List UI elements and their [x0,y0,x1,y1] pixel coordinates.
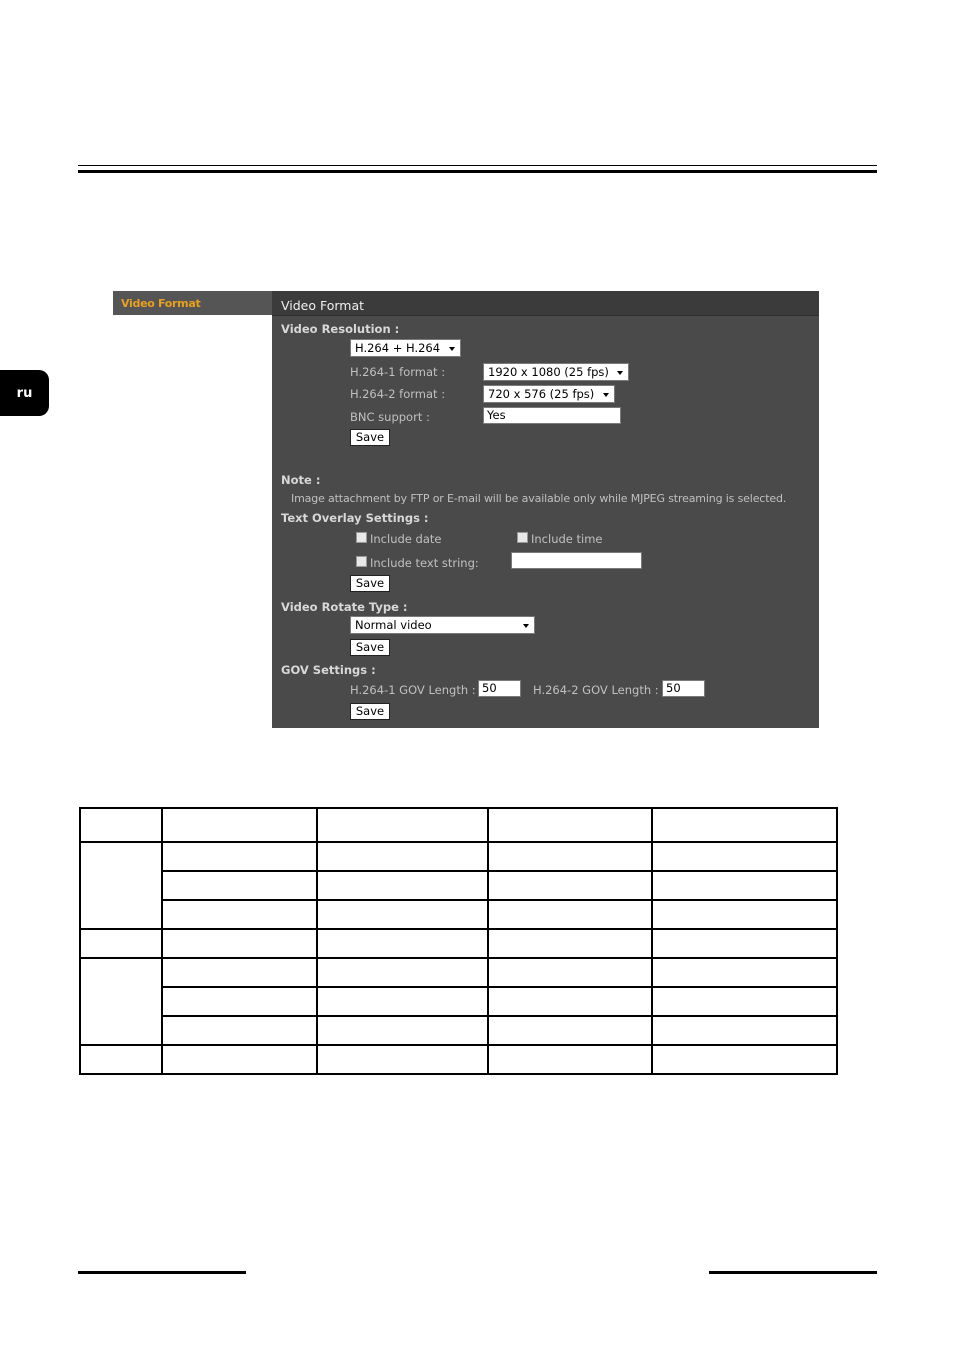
h264-2-gov-input[interactable]: 50 [662,680,705,697]
include-date-label: Include date [370,532,442,546]
table-row [80,870,838,901]
table-row [79,807,838,843]
footer-rule-left [78,1271,246,1274]
save-overlay-button[interactable]: Save [350,575,390,592]
table-row [80,899,838,930]
video-rotate-value: Normal video [355,618,432,632]
save-gov-button[interactable]: Save [350,703,390,720]
bnc-support-label: BNC support : [350,410,430,424]
text-string-input[interactable] [511,552,642,569]
h264-1-gov-input[interactable]: 50 [478,680,521,697]
h264-1-format-select[interactable]: 1920 x 1080 (25 fps) [483,363,629,381]
h264-1-gov-label: H.264-1 GOV Length : [350,683,476,697]
table-row [79,957,838,1046]
header-rule-thick [78,170,877,173]
include-time-label: Include time [531,532,603,546]
gov-settings-heading: GOV Settings : [281,663,376,677]
header-rule-thin [78,165,877,166]
note-text: Image attachment by FTP or E-mail will b… [291,492,787,505]
video-rotate-heading: Video Rotate Type : [281,600,408,614]
language-tab-label: ru [16,385,33,401]
table-row [79,1044,838,1075]
table-row [80,986,838,1017]
video-format-panel: Video Format Video Resolution : H.264 + … [272,291,819,728]
h264-2-gov-label: H.264-2 GOV Length : [533,683,659,697]
include-text-checkbox[interactable] [356,556,367,567]
sidebar-item-video-format[interactable]: Video Format [113,291,272,315]
footer-rule-right [709,1271,877,1274]
chevron-down-icon [617,371,623,375]
h264-2-format-value: 720 x 576 (25 fps) [488,387,595,401]
video-rotate-select[interactable]: Normal video [350,616,535,634]
specification-table [79,807,838,1075]
table-row [79,841,838,930]
resolution-mode-value: H.264 + H.264 [355,341,441,355]
h264-2-format-label: H.264-2 format : [350,387,446,401]
chevron-down-icon [523,624,529,628]
h264-1-format-value: 1920 x 1080 (25 fps) [488,365,609,379]
language-tab: ru [0,370,49,416]
table-row [79,928,838,959]
resolution-mode-select[interactable]: H.264 + H.264 [350,339,461,357]
bnc-support-field[interactable]: Yes [483,407,621,424]
include-time-checkbox[interactable] [517,532,528,543]
save-rotate-button[interactable]: Save [350,639,390,656]
chevron-down-icon [603,393,609,397]
table-row [80,1015,838,1046]
note-heading: Note : [281,473,321,487]
text-overlay-heading: Text Overlay Settings : [281,511,429,525]
video-resolution-heading: Video Resolution : [281,322,400,336]
save-resolution-button[interactable]: Save [350,429,390,446]
h264-1-format-label: H.264-1 format : [350,365,446,379]
sidebar-item-label: Video Format [121,297,201,310]
panel-header: Video Format [272,291,819,316]
include-text-label: Include text string: [370,556,479,570]
chevron-down-icon [449,347,455,351]
panel-title: Video Format [281,298,365,313]
h264-2-format-select[interactable]: 720 x 576 (25 fps) [483,385,615,403]
include-date-checkbox[interactable] [356,532,367,543]
